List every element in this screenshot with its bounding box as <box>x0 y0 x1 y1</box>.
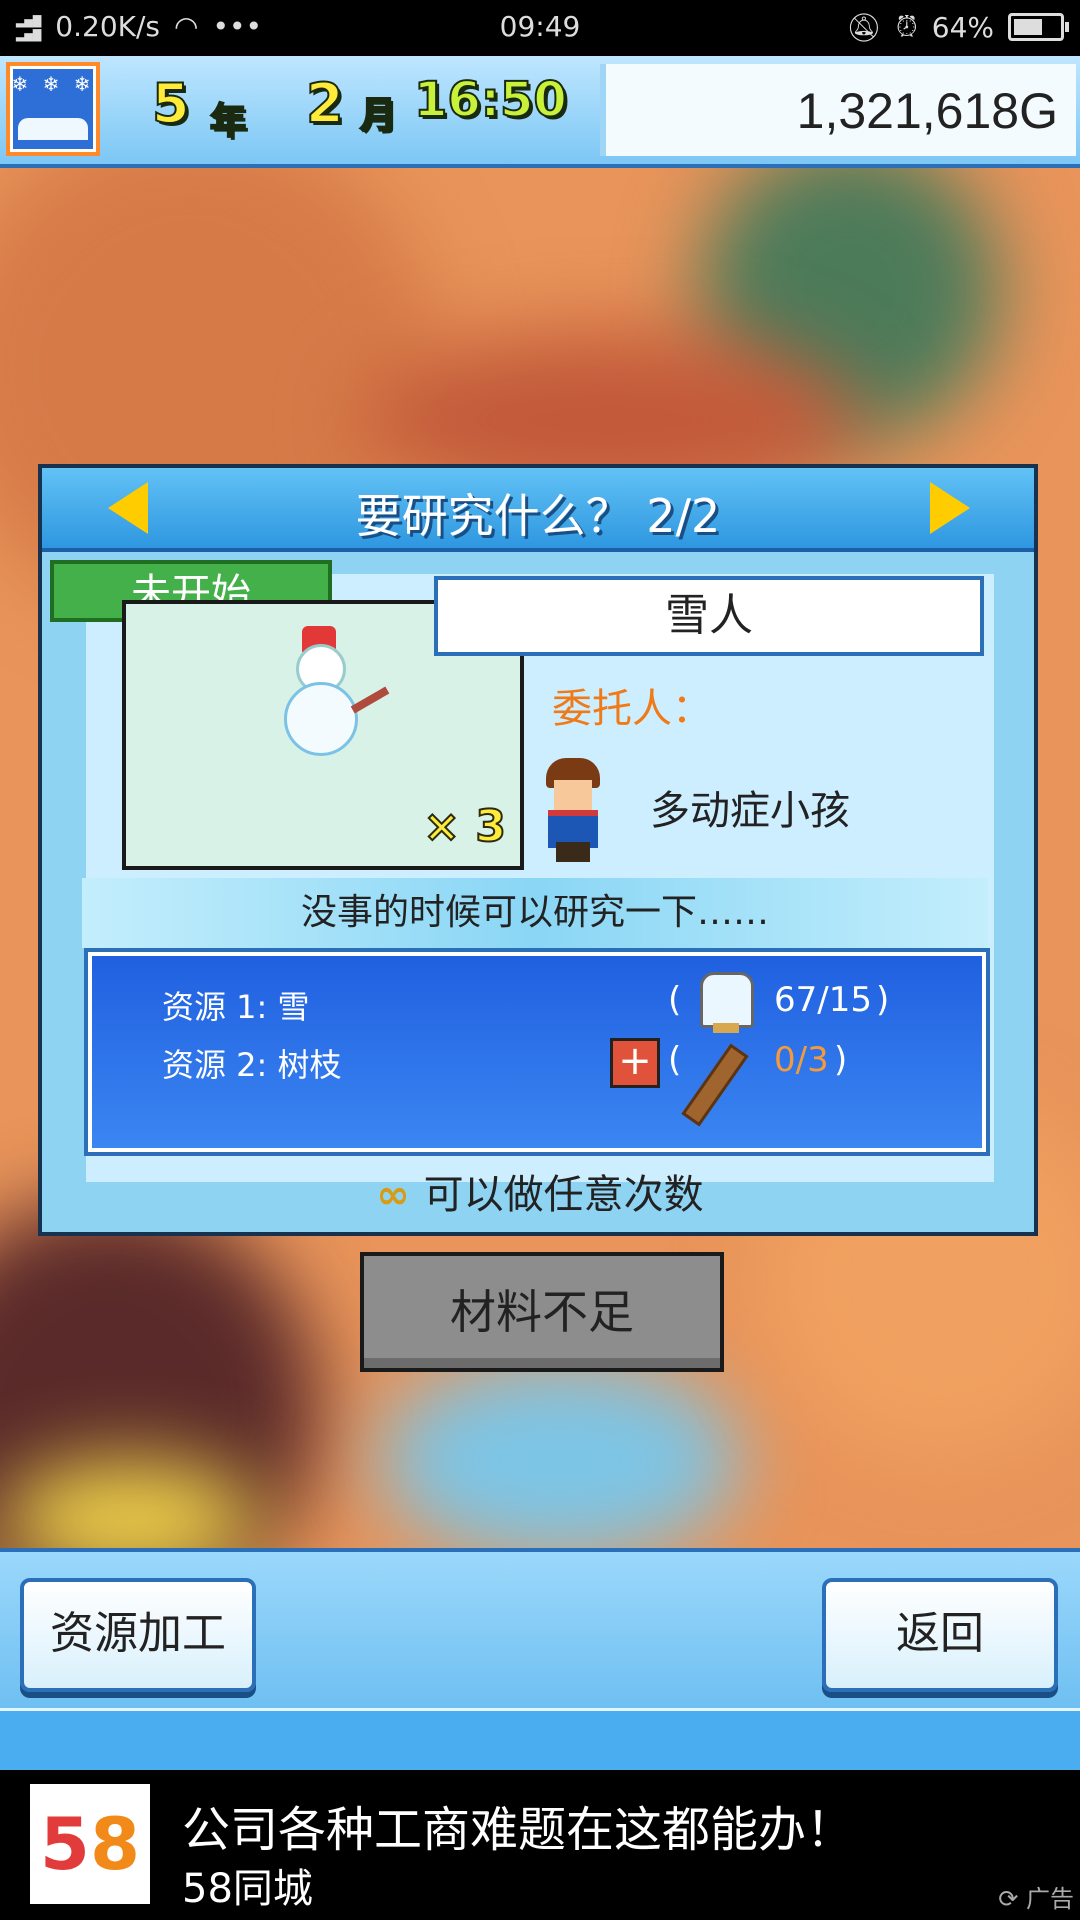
resource-1-count: 67/15 <box>774 980 872 1020</box>
mute-icon: 🔕︎ <box>846 10 882 44</box>
resource-2-label: 资源 2: 树枝 <box>162 1046 342 1084</box>
bottom-strip <box>0 1708 1080 1773</box>
client-name: 多动症小孩 <box>650 788 850 834</box>
item-name: 雪人 <box>434 576 984 656</box>
client-label: 委托人： <box>552 686 712 732</box>
ad-title: 公司各种工商难题在这都能办！ <box>182 1802 855 1858</box>
resource-2-paren-open: ( <box>668 1040 682 1080</box>
game-top-bar: ❄ ❄ ❄ 5 年 2 月 16:50 1,321,618G <box>0 56 1080 168</box>
tip-text: 没事的时候可以研究一下…… <box>82 878 988 948</box>
add-resource-button[interactable]: + <box>610 1038 660 1088</box>
money-amount: 1,321,618G <box>796 83 1058 139</box>
battery-percent: 64% <box>931 10 994 44</box>
dialog-title: 要研究什么？ 2/2 <box>355 489 721 543</box>
snowman-arm <box>350 686 390 714</box>
repeat-text: 可以做任意次数 <box>423 1172 704 1218</box>
resource-2-paren-close: ) <box>834 1040 848 1080</box>
client-avatar <box>542 758 604 862</box>
resource-1-paren-open: ( <box>668 980 682 1020</box>
season-winter-icon[interactable]: ❄ ❄ ❄ <box>6 62 100 156</box>
infinity-icon: ∞ <box>376 1172 410 1218</box>
insufficient-materials-button[interactable]: 材料不足 <box>360 1252 724 1372</box>
repeat-info: ∞ 可以做任意次数 <box>0 1162 1080 1220</box>
58-logo: 58 <box>30 1784 150 1904</box>
back-button[interactable]: 返回 <box>822 1578 1058 1692</box>
year-unit: 年 <box>209 100 247 143</box>
year-number: 5 <box>151 71 191 136</box>
month-unit: 月 <box>359 94 397 137</box>
snow-resource-icon <box>700 972 754 1033</box>
branch-resource-icon <box>681 1043 749 1127</box>
game-clock: 16:50 <box>413 71 568 129</box>
resource-1-paren-close: ) <box>876 980 890 1020</box>
next-arrow-icon[interactable] <box>930 482 970 534</box>
ad-banner[interactable]: 58 公司各种工商难题在这都能办！ 58同城 ⟳ 广告 <box>0 1770 1080 1920</box>
snowman-icon <box>284 682 358 756</box>
battery-icon <box>1008 13 1069 41</box>
resource-1-label: 资源 1: 雪 <box>162 988 310 1026</box>
money-panel: 1,321,618G <box>600 64 1076 156</box>
resource-processing-button[interactable]: 资源加工 <box>20 1578 256 1692</box>
ad-subtitle: 58同城 <box>182 1866 313 1912</box>
status-bar: ▂▄▆ ▂▄▆ 0.20K/s ◠ ••• 09:49 🔕︎ ⏰︎ 64% <box>0 0 1080 56</box>
month-number: 2 <box>305 71 345 136</box>
ad-tag: ⟳ 广告 <box>998 1885 1074 1913</box>
alarm-icon: ⏰︎ <box>895 10 918 43</box>
dialog-header: 要研究什么？ 2/2 <box>42 468 1034 552</box>
item-multiplier: × 3 <box>422 800 507 853</box>
resource-panel: 资源 1: 雪 ( 67/15 ) 资源 2: 树枝 + ( 0/3 ) <box>88 952 986 1152</box>
resource-2-count: 0/3 <box>774 1040 829 1080</box>
